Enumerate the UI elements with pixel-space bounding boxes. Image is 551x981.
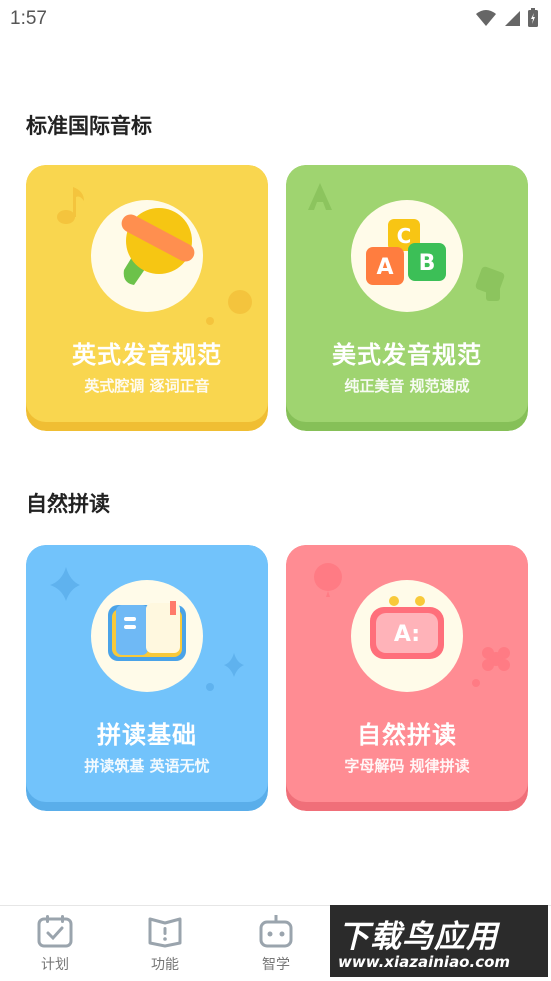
svg-text:A: A — [376, 255, 393, 280]
status-time: 1:57 — [10, 8, 47, 29]
section-title-phonics: 自然拼读 — [26, 492, 110, 516]
tab-label: 功能 — [151, 957, 179, 973]
card-subtitle: 纯正美音 规范速成 — [344, 377, 470, 395]
svg-text:C: C — [397, 224, 412, 248]
card-natural-phonics[interactable]: A: 自然拼读 字母解码 规律拼读 — [286, 545, 528, 811]
svg-text:B: B — [419, 251, 436, 276]
status-icons — [475, 8, 539, 28]
tab-smart-learning[interactable]: 智学 — [236, 914, 316, 974]
card-title: 拼读基础 — [97, 721, 197, 749]
battery-charging-icon — [528, 8, 538, 27]
calendar-check-icon — [37, 915, 73, 948]
card-subtitle: 英式腔调 逐词正音 — [84, 377, 210, 395]
card-subtitle: 字母解码 规律拼读 — [344, 757, 470, 775]
tab-plan[interactable]: 计划 — [15, 914, 95, 974]
tab-label: 智学 — [262, 957, 290, 973]
tab-label: 计划 — [41, 957, 69, 973]
card-british-pronunciation[interactable]: 英式发音规范 英式腔调 逐词正音 — [26, 165, 268, 431]
wifi-icon — [476, 10, 496, 26]
svg-text:A:: A: — [394, 622, 420, 647]
card-title: 英式发音规范 — [72, 341, 222, 369]
signal-icon — [505, 11, 520, 26]
tab-functions[interactable]: 功能 — [125, 914, 205, 974]
watermark-main-text: 下载鸟应用 — [338, 919, 498, 955]
book-open-icon — [148, 917, 182, 948]
watermark-logo: 下载鸟应用 www.xiazainiao.com — [330, 905, 548, 977]
card-subtitle: 拼读筑基 英语无忧 — [84, 757, 210, 775]
status-bar: 1:57 — [0, 0, 551, 38]
section-title-ipa: 标准国际音标 — [26, 114, 152, 138]
card-american-pronunciation[interactable]: C A B 美式发音规范 纯正美音 规范速成 — [286, 165, 528, 431]
card-title: 自然拼读 — [357, 721, 457, 749]
robot-icon — [259, 915, 293, 948]
card-phonics-basics[interactable]: 拼读基础 拼读筑基 英语无忧 — [26, 545, 268, 811]
watermark-url-text: www.xiazainiao.com — [338, 953, 511, 971]
card-title: 美式发音规范 — [332, 341, 482, 369]
